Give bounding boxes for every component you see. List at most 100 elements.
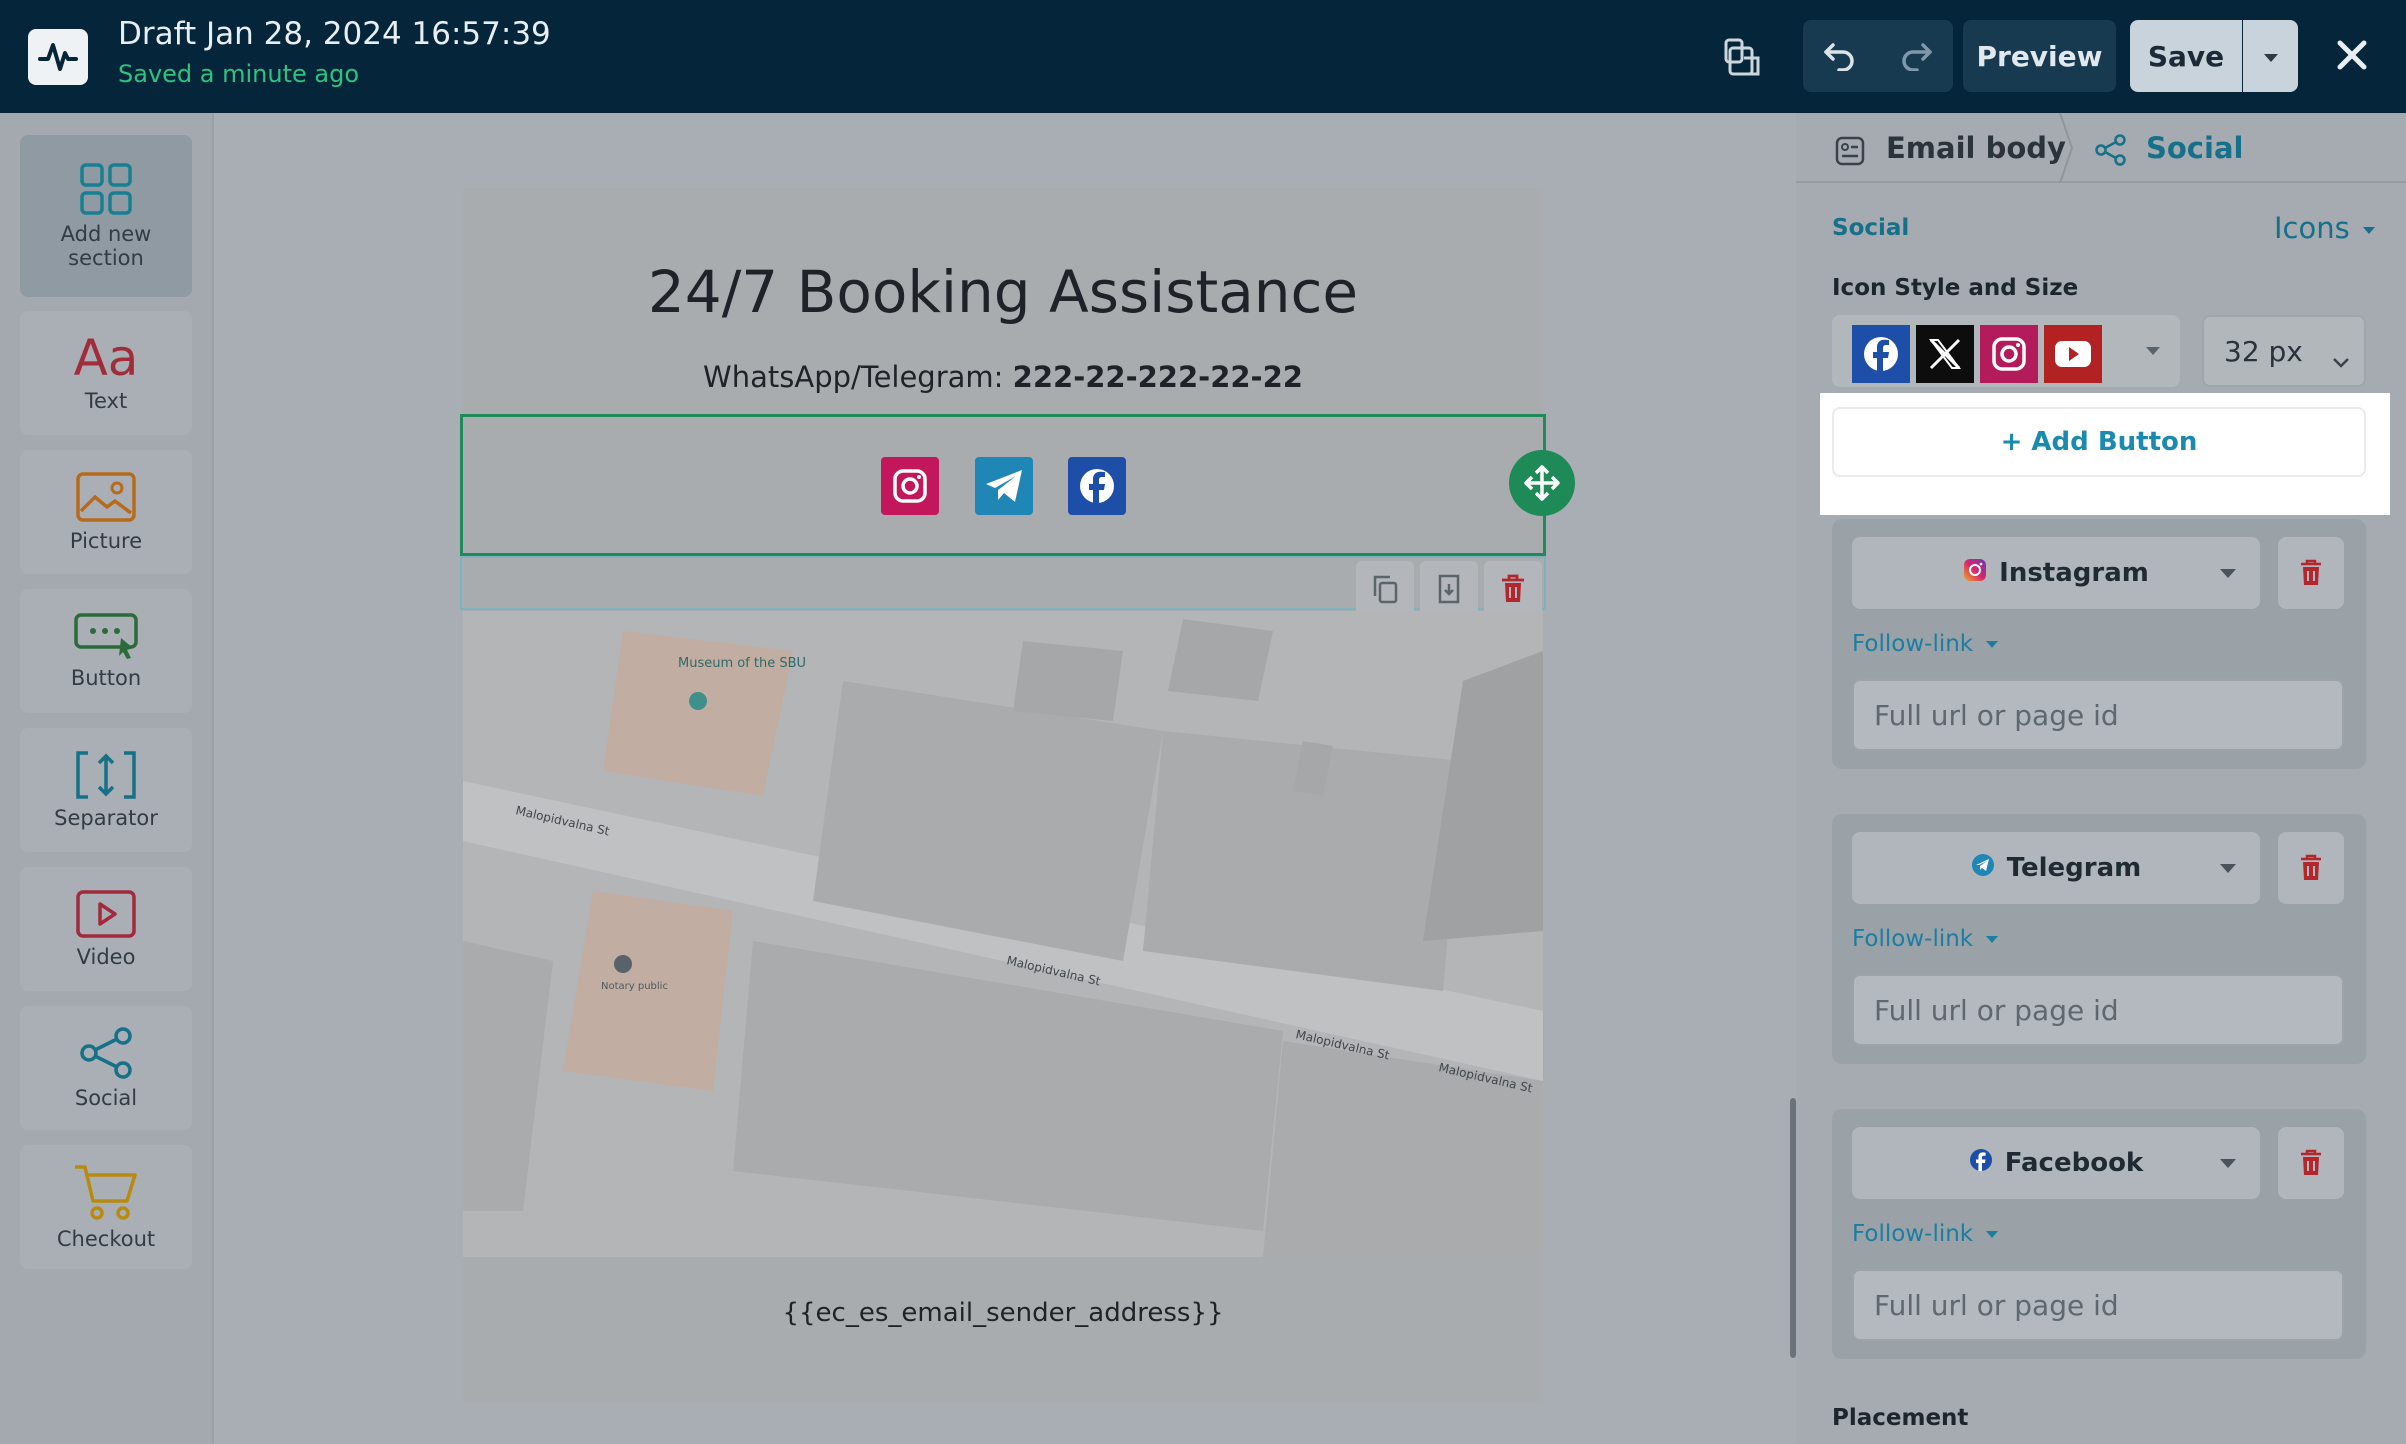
delete-block-icon[interactable] <box>1484 561 1542 617</box>
tool-label: Text <box>84 388 128 413</box>
undo-redo-group <box>1803 20 1953 92</box>
contact-label: WhatsApp/Telegram: <box>703 360 1004 394</box>
network-select[interactable]: Facebook <box>1852 1127 2260 1199</box>
instagram-icon[interactable] <box>881 457 939 515</box>
tool-label: Add new section <box>60 221 152 270</box>
follow-link-dropdown[interactable]: Follow-link <box>1852 926 1999 952</box>
email-contact-line[interactable]: WhatsApp/Telegram: 222-22-222-22-22 <box>463 360 1543 394</box>
map-label-museum: Museum of the SBU <box>678 656 806 671</box>
tool-label: Button <box>70 665 142 690</box>
chevron-down-icon <box>2263 54 2278 62</box>
draft-title[interactable]: Draft Jan 28, 2024 16:57:39 <box>118 16 551 52</box>
email-canvas: 24/7 Booking Assistance WhatsApp/Telegra… <box>460 188 1575 1403</box>
tool-text[interactable]: Aa Text <box>20 311 192 435</box>
tool-label: Social <box>74 1085 138 1110</box>
chevron-down-icon <box>2362 226 2375 234</box>
social-card-telegram: Telegram Follow-link <box>1832 814 2366 1064</box>
email-body-icon <box>1834 135 1866 171</box>
save-block-icon[interactable] <box>1420 561 1478 617</box>
chevron-down-icon <box>1986 936 1999 943</box>
url-input[interactable] <box>1852 1269 2344 1341</box>
youtube-icon <box>2044 325 2102 383</box>
button-icon <box>74 613 138 659</box>
url-input[interactable] <box>1852 679 2344 751</box>
chevron-down-icon <box>2332 343 2350 376</box>
facebook-icon <box>1969 1148 1993 1179</box>
mode-dropdown[interactable]: Icons <box>2274 211 2375 245</box>
social-block-selected[interactable] <box>460 414 1546 556</box>
tool-button[interactable]: Button <box>20 589 192 713</box>
telegram-icon <box>1971 853 1995 884</box>
network-select[interactable]: Telegram <box>1852 832 2260 904</box>
map-label-notary: Notary public <box>601 981 668 992</box>
breadcrumb: Email body Social <box>1796 112 2406 184</box>
icon-size-value: 32 px <box>2224 335 2303 368</box>
x-twitter-icon <box>1916 325 1974 383</box>
instagram-icon <box>1980 325 2038 383</box>
tool-social[interactable]: Social <box>20 1006 192 1130</box>
share-icon <box>2094 133 2128 171</box>
redo-icon[interactable] <box>1879 20 1953 92</box>
move-handle-icon[interactable] <box>1509 450 1575 516</box>
email-headline[interactable]: 24/7 Booking Assistance <box>463 258 1543 326</box>
chevron-down-icon <box>2146 347 2160 355</box>
tool-separator[interactable]: Separator <box>20 728 192 852</box>
delete-icon[interactable] <box>2278 832 2344 904</box>
tool-checkout[interactable]: Checkout <box>20 1145 192 1269</box>
social-card-facebook: Facebook Follow-link <box>1832 1109 2366 1359</box>
tool-video[interactable]: Video <box>20 867 192 991</box>
tool-label: Video <box>76 944 136 969</box>
contact-value: 222-22-222-22-22 <box>1012 360 1303 394</box>
tool-label: Picture <box>69 528 143 553</box>
network-select[interactable]: Instagram <box>1852 537 2260 609</box>
grid-icon <box>80 163 132 215</box>
breadcrumb-social[interactable]: Social <box>2146 131 2243 165</box>
chevron-down-icon <box>2220 864 2236 873</box>
facebook-icon <box>1852 325 1910 383</box>
duplicate-icon[interactable] <box>1356 561 1414 617</box>
share-icon <box>80 1027 132 1079</box>
save-button[interactable]: Save <box>2130 20 2242 92</box>
preview-button[interactable]: Preview <box>1963 20 2116 92</box>
chevron-down-icon <box>2220 1159 2236 1168</box>
tool-picture[interactable]: Picture <box>20 450 192 574</box>
follow-link-dropdown[interactable]: Follow-link <box>1852 631 1999 657</box>
network-label: Telegram <box>2006 853 2142 883</box>
email-footer-address[interactable]: {{ec_es_email_sender_address}} <box>463 1298 1543 1328</box>
telegram-icon[interactable] <box>975 457 1033 515</box>
follow-link-dropdown[interactable]: Follow-link <box>1852 1221 1999 1247</box>
save-options-dropdown[interactable] <box>2243 20 2298 92</box>
delete-icon[interactable] <box>2278 1127 2344 1199</box>
social-card-instagram: Instagram Follow-link <box>1832 519 2366 769</box>
undo-icon[interactable] <box>1803 20 1877 92</box>
tool-add-section[interactable]: Add new section <box>20 135 192 297</box>
breadcrumb-email-body[interactable]: Email body <box>1886 131 2066 165</box>
settings-panel: Email body Social Social Icons Icon Styl… <box>1796 112 2406 1444</box>
follow-link-label: Follow-link <box>1852 631 1974 657</box>
facebook-icon[interactable] <box>1068 457 1126 515</box>
chevron-down-icon <box>1986 1231 1999 1238</box>
add-button[interactable]: + Add Button <box>1832 407 2366 477</box>
app-logo-icon[interactable] <box>28 29 88 85</box>
icon-style-picker[interactable] <box>1832 315 2180 387</box>
delete-icon[interactable] <box>2278 537 2344 609</box>
instagram-icon <box>1963 558 1987 589</box>
video-icon <box>76 890 136 938</box>
tools-sidebar: Add new section Aa Text Picture Button S… <box>0 113 214 1444</box>
device-preview-icon[interactable] <box>1718 32 1768 82</box>
tool-label: Separator <box>54 805 158 830</box>
url-input[interactable] <box>1852 974 2344 1046</box>
chevron-down-icon <box>2220 569 2236 578</box>
save-status: Saved a minute ago <box>118 60 360 88</box>
network-label: Facebook <box>2004 1148 2144 1178</box>
tool-label: Checkout <box>56 1226 156 1251</box>
picture-icon <box>76 472 136 522</box>
map-image: Museum of the SBU Notary public Malopidv… <box>463 611 1543 1257</box>
icon-style-label: Icon Style and Size <box>1832 275 2079 301</box>
icon-size-select[interactable]: 32 px <box>2202 315 2366 387</box>
network-label: Instagram <box>1999 558 2149 588</box>
close-icon[interactable] <box>2330 30 2374 80</box>
follow-link-label: Follow-link <box>1852 1221 1974 1247</box>
follow-link-label: Follow-link <box>1852 926 1974 952</box>
chevron-down-icon <box>1986 641 1999 648</box>
